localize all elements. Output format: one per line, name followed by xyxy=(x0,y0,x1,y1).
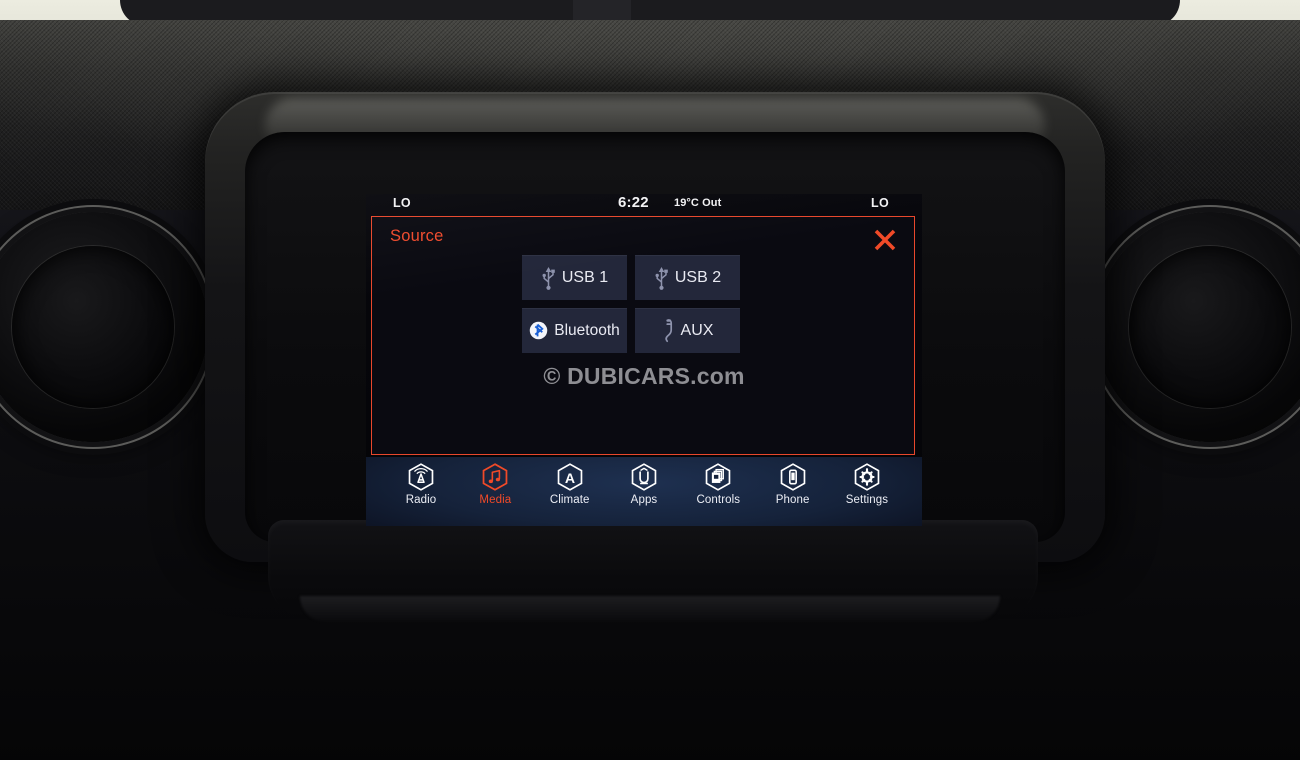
climate-left-zone-status: LO xyxy=(393,196,411,210)
clock: 6:22 xyxy=(618,194,649,211)
source-tile-row: Bluetooth AUX xyxy=(522,308,780,353)
source-button-usb-2[interactable]: USB 2 xyxy=(635,255,740,300)
bluetooth-icon xyxy=(529,321,548,340)
nav-item-label: Media xyxy=(479,494,512,506)
usb-icon xyxy=(541,265,556,291)
svg-text:A: A xyxy=(565,470,575,486)
usb-icon xyxy=(654,265,669,291)
apps-icon xyxy=(631,463,657,491)
bottom-nav-bar: Radio Media A Climate Apps Controls Phon… xyxy=(366,457,922,526)
music-note-icon xyxy=(482,463,508,491)
source-button-aux[interactable]: AUX xyxy=(635,308,740,353)
controls-stack-icon xyxy=(706,463,731,491)
infotainment-display[interactable]: LO 6:22 19°C Out LO Source USB 1 USB 2 B… xyxy=(366,194,922,526)
nav-item-radio[interactable]: Radio xyxy=(388,462,454,506)
nav-item-label: Apps xyxy=(630,494,658,506)
nav-item-phone[interactable]: Phone xyxy=(760,462,826,506)
outside-temperature: 19°C Out xyxy=(674,197,722,209)
nav-item-label: Settings xyxy=(845,494,889,506)
nav-item-climate[interactable]: A Climate xyxy=(537,462,603,506)
phone-icon xyxy=(780,463,805,491)
close-x-icon[interactable] xyxy=(872,227,898,253)
nav-item-controls[interactable]: Controls xyxy=(685,462,751,506)
source-tile-grid: USB 1 USB 2 Bluetooth AUX xyxy=(522,255,780,361)
nav-item-settings[interactable]: Settings xyxy=(834,462,900,506)
source-button-label: Bluetooth xyxy=(554,321,620,339)
nav-item-apps[interactable]: Apps xyxy=(611,462,677,506)
nav-item-label: Phone xyxy=(775,494,810,506)
source-modal: Source USB 1 USB 2 Bluetooth AUX © DUBIC… xyxy=(371,216,915,455)
source-button-label: AUX xyxy=(680,321,714,339)
dashboard-scene: LO 6:22 19°C Out LO Source USB 1 USB 2 B… xyxy=(0,0,1300,760)
source-button-bluetooth[interactable]: Bluetooth xyxy=(522,308,627,353)
aux-plug-icon xyxy=(662,318,675,344)
source-tile-row: USB 1 USB 2 xyxy=(522,255,780,300)
source-modal-title: Source xyxy=(390,227,444,245)
radio-antenna-icon xyxy=(408,463,434,491)
climate-a-icon: A xyxy=(557,463,582,491)
nav-item-media[interactable]: Media xyxy=(462,462,528,506)
nav-item-label: Radio xyxy=(405,494,437,506)
gear-icon xyxy=(854,463,880,491)
source-button-label: USB 1 xyxy=(561,268,609,286)
nav-item-label: Climate xyxy=(549,494,590,506)
nav-item-label: Controls xyxy=(696,494,741,506)
status-bar: LO 6:22 19°C Out LO xyxy=(366,194,922,216)
watermark: © DUBICARS.com xyxy=(543,363,745,389)
climate-right-zone-status: LO xyxy=(871,196,889,210)
source-button-usb-1[interactable]: USB 1 xyxy=(522,255,627,300)
console-shelf-lip xyxy=(300,596,1000,622)
source-button-label: USB 2 xyxy=(674,268,722,286)
